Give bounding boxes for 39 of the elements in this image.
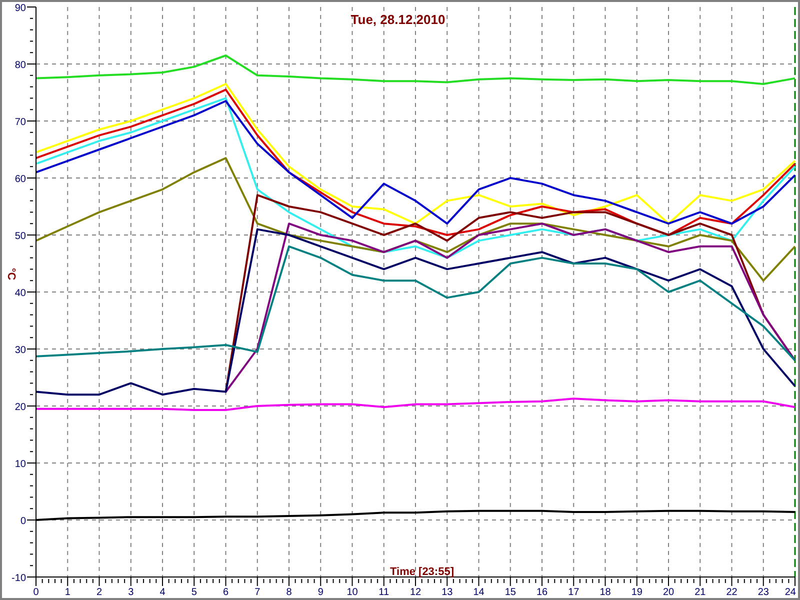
tick-label: 0 <box>33 587 39 598</box>
tick-label: 90 <box>14 3 26 14</box>
tick-label: 50 <box>14 231 26 242</box>
tick-label: 17 <box>568 587 580 598</box>
tick-label: 13 <box>442 587 453 598</box>
tick-label: 20 <box>14 402 26 413</box>
tick-label: 6 <box>222 587 229 598</box>
axis-title: Time [23:55] <box>390 566 454 578</box>
tick-label: 2 <box>96 587 102 598</box>
tick-label: 30 <box>14 345 26 356</box>
tick-label: 16 <box>536 587 548 598</box>
tick-label: 12 <box>410 587 422 598</box>
tick-label: 23 <box>758 587 769 598</box>
tick-label: 9 <box>318 587 324 598</box>
tick-label: 70 <box>14 117 26 128</box>
tick-label: 80 <box>14 60 26 71</box>
tick-label: 60 <box>14 174 26 185</box>
tick-label: 0 <box>20 516 26 527</box>
tick-label: 21 <box>694 587 706 598</box>
tick-label: 10 <box>14 459 26 470</box>
tick-label: 14 <box>473 587 484 598</box>
tick-label: 7 <box>254 587 260 598</box>
tick-label: 20 <box>662 587 674 598</box>
tick-label: 22 <box>726 587 738 598</box>
tick-label: 3 <box>128 587 134 598</box>
tick-label: 1 <box>64 587 70 598</box>
tick-label: -10 <box>12 573 26 584</box>
tick-label: 10 <box>346 587 358 598</box>
tick-label: 18 <box>600 587 611 598</box>
axis-title: °C <box>5 268 17 280</box>
tick-label: 24 <box>784 587 796 598</box>
tick-label: 5 <box>191 587 197 598</box>
tick-label: 15 <box>504 587 516 598</box>
tick-label: 40 <box>14 288 26 299</box>
tick-label: 4 <box>160 587 166 598</box>
tick-label: 8 <box>286 587 292 598</box>
tick-label: 19 <box>631 587 642 598</box>
tick-label: 11 <box>378 587 390 598</box>
chart-title: Tue, 28.12.2010 <box>350 12 446 27</box>
